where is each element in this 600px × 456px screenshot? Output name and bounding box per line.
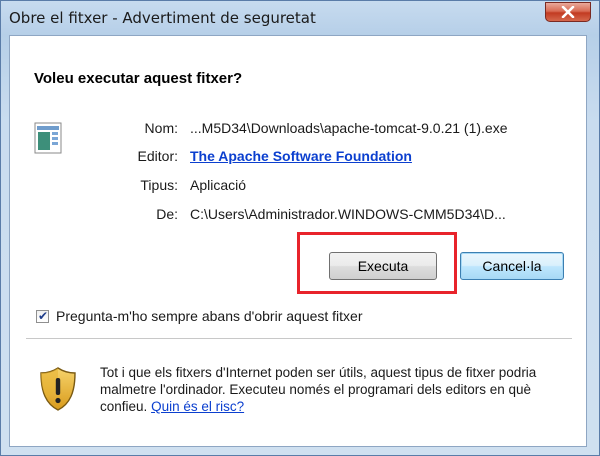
run-button[interactable]: Executa [329,252,437,280]
checkmark-icon: ✔ [38,309,49,323]
close-icon [561,6,575,18]
always-ask-label[interactable]: Pregunta-m'ho sempre abans d'obrir aques… [56,308,363,324]
application-file-icon [34,122,62,154]
always-ask-checkbox[interactable]: ✔ [36,309,49,323]
close-button[interactable] [545,2,591,22]
title-bar[interactable]: Obre el fitxer - Advertiment de segureta… [1,1,599,35]
type-label: Tipus: [140,177,178,193]
separator [26,338,572,339]
publisher-label: Editor: [137,148,178,164]
cancel-button[interactable]: Cancel·la [460,252,564,280]
risk-link[interactable]: Quin és el risc? [151,399,244,414]
window-title: Obre el fitxer - Advertiment de segureta… [9,9,316,27]
from-value: C:\Users\Administrador.WINDOWS-CMM5D34\D… [190,206,506,222]
name-value: ...M5D34\Downloads\apache-tomcat-9.0.21 … [190,120,508,136]
type-value: Aplicació [190,177,247,193]
security-shield-icon [38,366,78,416]
warning-text-block: Tot i que els fitxers d'Internet poden s… [100,364,570,415]
from-label: De: [156,206,178,222]
security-warning-window: Obre el fitxer - Advertiment de segureta… [0,0,600,456]
name-label: Nom: [144,120,178,136]
dialog-body: Voleu executar aquest fitxer? Nom: ...M5… [9,35,587,447]
dialog-heading: Voleu executar aquest fitxer? [34,70,243,87]
publisher-link[interactable]: The Apache Software Foundation [190,148,412,164]
